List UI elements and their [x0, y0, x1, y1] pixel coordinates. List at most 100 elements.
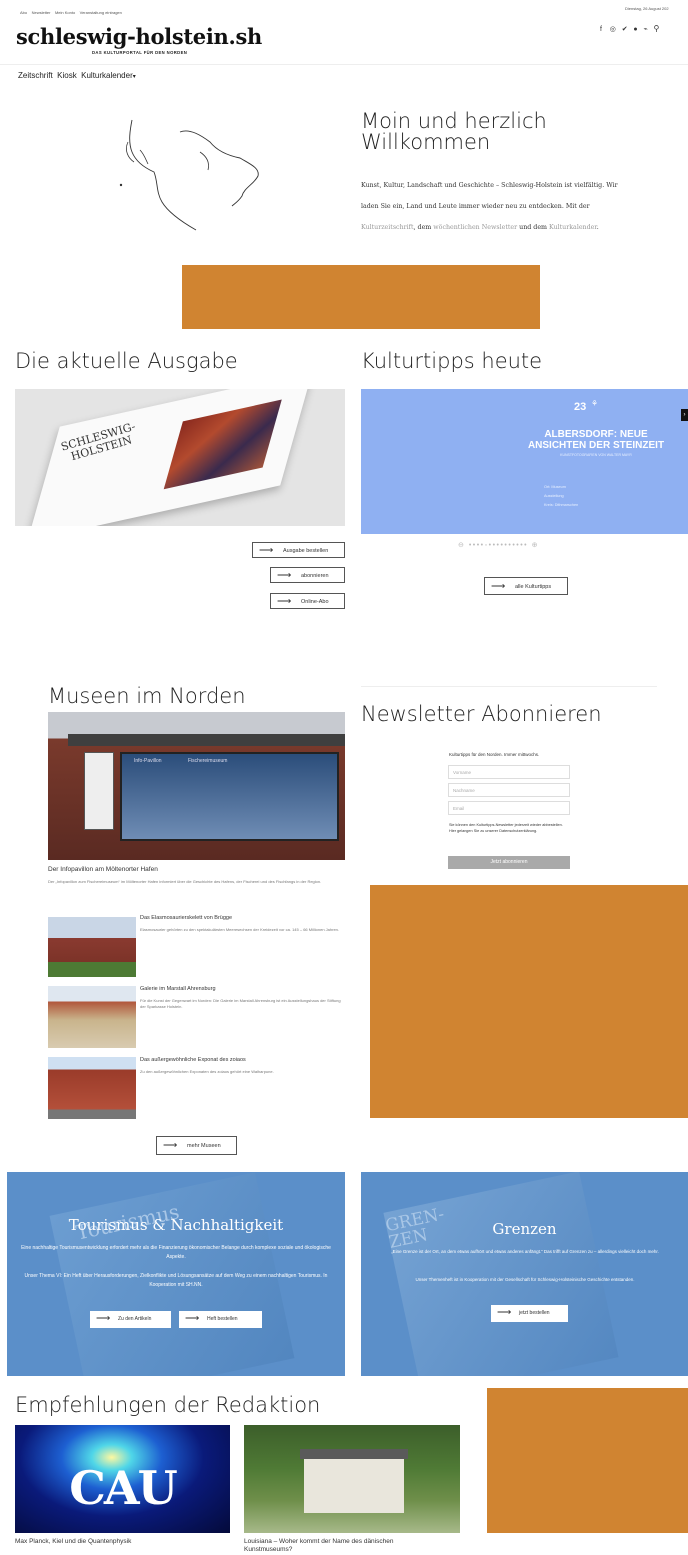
header-divider: [0, 64, 688, 65]
podcast-icon[interactable]: ●: [633, 26, 637, 33]
slide-date: 23: [574, 401, 587, 413]
welcome-text-line1: Kunst, Kultur, Landschaft und Geschichte…: [361, 182, 618, 189]
grenzen-bestellen-button[interactable]: ⟶ jetzt bestellen: [491, 1305, 568, 1322]
newsletter-legal: Sie können den Kulturtipps-Newsletter je…: [449, 823, 563, 833]
rss-icon[interactable]: ⌁: [643, 26, 647, 33]
tourismus-bestellen-label: Heft bestellen: [207, 1316, 238, 1322]
grenzen-text-1: „Eine Grenze ist der Ort, an dem etwas a…: [391, 1249, 659, 1254]
museum-thumb-3[interactable]: [48, 1057, 136, 1119]
slide-headline-line2: ANSICHTEN DER STEINZEIT: [527, 440, 665, 451]
topbar-date: Dienstag, 26 August 202: [625, 6, 669, 11]
welcome-text: Kunst, Kultur, Landschaft und Geschichte…: [361, 175, 661, 238]
slider-dots: ⊖ ••••◦•••••••••• ⊕: [458, 541, 539, 549]
welcome-text-line2: laden Sie ein, Land und Leute immer wied…: [361, 203, 590, 210]
lastname-field[interactable]: Nachname: [448, 783, 570, 797]
slide-headline: ALBERSDORF: NEUE ANSICHTEN DER STEINZEIT: [511, 429, 681, 451]
grenzen-bestellen-label: jetzt bestellen: [519, 1310, 550, 1316]
mehr-museen-button[interactable]: ⟶ mehr Museen: [156, 1136, 237, 1155]
alle-kulturtipps-label: alle Kulturtipps: [515, 584, 552, 590]
facebook-icon[interactable]: f: [600, 26, 602, 33]
museum-main-photo[interactable]: Info-Pavillon Fischereimuseum: [48, 712, 345, 860]
arrow-right-icon: ⟶: [497, 1307, 512, 1318]
kulturtipps-slide[interactable]: 23 ⚘ ALBERSDORF: NEUE ANSICHTEN DER STEI…: [361, 389, 688, 534]
welcome-text-line3: Kulturzeitschrift, dem wöchentlichen New…: [361, 217, 661, 238]
museum-main-text: Der „Infopavillon zum Fischereimuseum“ i…: [48, 879, 322, 884]
link-kulturkalender[interactable]: Kulturkalender: [549, 224, 597, 231]
magazine-rug: [163, 399, 282, 490]
slider-next-icon[interactable]: ⊕: [532, 542, 539, 549]
nav-item-kulturkalender[interactable]: Kulturkalender: [81, 71, 133, 80]
welcome-sep1: , dem: [413, 224, 434, 231]
slider-next-arrow[interactable]: ›: [681, 409, 688, 421]
louisiana-card-image[interactable]: [244, 1425, 460, 1533]
instagram-icon[interactable]: ◎: [610, 26, 616, 33]
pavilion-window: [120, 752, 339, 841]
museum-item-2-title[interactable]: Galerie im Marstall Ahrensburg: [140, 986, 216, 992]
search-icon[interactable]: ⚲: [654, 24, 660, 33]
kulturtipps-heading: Kulturtipps heute: [361, 349, 543, 373]
ausgabe-bestellen-button[interactable]: ⟶ Ausgabe bestellen: [252, 542, 345, 558]
welcome-sep2: und dem: [517, 224, 550, 231]
topbar-link-account[interactable]: Mein Konto: [55, 10, 75, 15]
museum-item-1-title[interactable]: Das Elasmosaurierskelett von Brügge: [140, 915, 232, 921]
museum-item-3-title[interactable]: Das außergewöhnliche Exponat des zoiaos: [140, 1057, 246, 1063]
newsletter-heading: Newsletter Abonnieren: [361, 702, 602, 726]
arrow-right-icon: ⟶: [259, 545, 274, 556]
cau-logo: CAU: [69, 1461, 177, 1515]
tourismus-title: Tourismus & Nachhaltigkeit: [68, 1216, 284, 1234]
slider-dot[interactable]: ••••◦••••••••••: [469, 542, 528, 549]
nav-item-kiosk[interactable]: Kiosk: [57, 71, 77, 80]
firstname-field[interactable]: Vorname: [448, 765, 570, 779]
email-field[interactable]: Email: [448, 801, 570, 815]
museum-main-title[interactable]: Der Infopavillon am Möltenorter Hafen: [48, 866, 158, 873]
link-newsletter[interactable]: wöchentlichen Newsletter: [433, 224, 517, 231]
twitter-icon[interactable]: ✔: [622, 26, 628, 33]
museum-item-2-text: Für die Kunst der Gegenwart im Norden: D…: [140, 998, 341, 1009]
alle-kulturtipps-button[interactable]: ⟶ alle Kulturtipps: [484, 577, 568, 595]
map-illustration: [119, 119, 259, 231]
arrow-right-icon: ⟶: [185, 1313, 200, 1324]
topbar-link-abo[interactable]: Abo: [20, 10, 27, 15]
nav-item-zeitschrift[interactable]: Zeitschrift: [18, 71, 53, 80]
museum-thumb-1[interactable]: [48, 917, 136, 977]
banner-ad[interactable]: [182, 265, 540, 329]
slide-headline-line1: ALBERSDORF: NEUE: [544, 429, 648, 440]
bottom-ad[interactable]: [487, 1388, 688, 1533]
topbar-link-event[interactable]: Veranstaltung eintragen: [80, 10, 122, 15]
museum-item-3-text: Zu den außergewöhnlichen Exponaten des z…: [140, 1069, 274, 1074]
louisiana-house: [304, 1457, 404, 1513]
grenzen-cover: [383, 1172, 619, 1376]
cau-card-caption[interactable]: Max Planck, Kiel und die Quantenphysik: [15, 1538, 131, 1545]
tourismus-bestellen-button[interactable]: ⟶ Heft bestellen: [179, 1311, 262, 1328]
slide-meta-3: Kreis: Dithmarschen: [544, 503, 579, 507]
museum-thumb-2[interactable]: [48, 986, 136, 1048]
tourismus-promo[interactable]: Tourismus Tourismus & Nachhaltigkeit Ein…: [7, 1172, 345, 1376]
online-abo-button[interactable]: ⟶ Online-Abo: [270, 593, 345, 609]
newsletter-submit-button[interactable]: Jetzt abonnieren: [448, 856, 570, 869]
site-logo[interactable]: schleswig-holstein.sh: [16, 24, 262, 49]
cau-card-image[interactable]: CAU: [15, 1425, 230, 1533]
newsletter-divider: [361, 686, 657, 687]
welcome-title-line2: Willkommen: [361, 130, 491, 154]
grenzen-promo[interactable]: GREN-ZEN Grenzen „Eine Grenze ist der Or…: [361, 1172, 688, 1376]
abonnieren-label: abonnieren: [301, 573, 329, 579]
slide-meta: Ort: Museum Ausstellung Kreis: Dithmarsc…: [544, 483, 578, 510]
sidebar-ad[interactable]: [370, 885, 688, 1118]
topbar-link-newsletter[interactable]: Newsletter: [32, 10, 51, 15]
welcome-title: Moin und herzlich Willkommen: [361, 111, 547, 153]
slide-subline: KUNSTFOTOGRAFIEN VON WALTER MAYR: [560, 453, 632, 457]
abonnieren-button[interactable]: ⟶ abonnieren: [270, 567, 345, 583]
welcome-title-line1: Moin und herzlich: [361, 109, 547, 133]
museum-item-1-text: Elasmosaurier gehörten zu den spektakulä…: [140, 927, 339, 932]
pavilion-posters: [84, 752, 114, 830]
slider-prev-icon[interactable]: ⊖: [458, 542, 465, 549]
newsletter-intro: Kulturtipps für den Norden. Immer mittwo…: [449, 752, 540, 757]
tourismus-artikel-button[interactable]: ⟶ Zu den Artikeln: [90, 1311, 171, 1328]
arrow-right-icon: ⟶: [163, 1140, 178, 1151]
link-kulturzeitschrift[interactable]: Kulturzeitschrift: [361, 224, 414, 231]
louisiana-card-caption[interactable]: Louisiana – Woher kommt der Name des dän…: [244, 1538, 393, 1554]
arrow-right-icon: ⟶: [96, 1313, 111, 1324]
magazine-cover-image[interactable]: SCHLESWIG-HOLSTEIN: [15, 389, 345, 526]
ausgabe-bestellen-label: Ausgabe bestellen: [283, 548, 329, 554]
arrow-right-icon: ⟶: [491, 581, 506, 592]
